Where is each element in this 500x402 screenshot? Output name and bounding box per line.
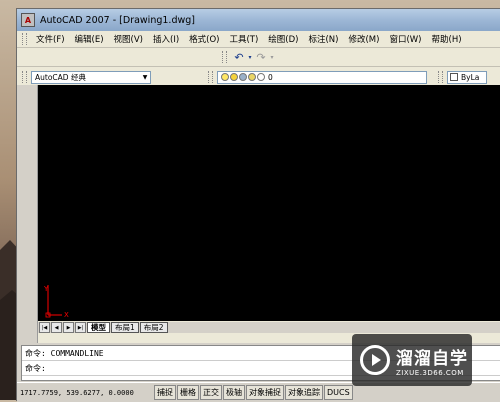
toolbar-grip-handle[interactable] — [222, 51, 227, 63]
title-bar[interactable]: A AutoCAD 2007 - [Drawing1.dwg] — [17, 9, 500, 31]
coordinate-readout[interactable]: 1717.7759, 539.6277, 0.0000 — [17, 389, 153, 397]
workspace-combo-value: AutoCAD 经典 — [35, 72, 86, 82]
osnap-button[interactable]: 对象捕捉 — [246, 385, 284, 400]
workspace-grip-handle[interactable] — [22, 71, 27, 83]
layer-combo[interactable]: 0 — [217, 70, 427, 84]
menu-window[interactable]: 窗口(W) — [384, 33, 426, 45]
play-logo-icon — [360, 345, 390, 375]
layout-tabs-bar: |◀ ◀ ▶ ▶| 模型 布局1 布局2 — [38, 322, 500, 333]
tab-model[interactable]: 模型 — [87, 322, 110, 333]
watermark-text: 溜溜自学 ZIXUE.3D66.COM — [396, 344, 468, 377]
watermark-title: 溜溜自学 — [396, 348, 468, 369]
color-square-icon — [257, 73, 265, 81]
workspace-area: Y X |◀ ◀ ▶ ▶| 模型 布局1 布局2 — [17, 85, 500, 343]
layer-combo-value: 0 — [268, 72, 273, 82]
layer-lock-icon — [239, 73, 247, 81]
left-toolbar-strip — [17, 85, 38, 343]
menu-modify[interactable]: 修改(M) — [343, 33, 384, 45]
color-grip-handle[interactable] — [438, 71, 443, 83]
menu-insert[interactable]: 插入(I) — [148, 33, 184, 45]
tab-layout2[interactable]: 布局2 — [139, 322, 168, 333]
snap-button[interactable]: 捕捉 — [154, 385, 176, 400]
watermark: 溜溜自学 ZIXUE.3D66.COM — [352, 334, 472, 386]
tab-layout1[interactable]: 布局1 — [111, 322, 139, 333]
layer-grip-handle[interactable] — [208, 71, 213, 83]
redo-dropdown-icon[interactable]: ▾ — [269, 50, 275, 64]
color-swatch-icon — [450, 73, 458, 81]
menu-edit[interactable]: 编辑(E) — [70, 33, 109, 45]
ortho-button[interactable]: 正交 — [200, 385, 222, 400]
ucs-y-label: Y — [44, 285, 49, 293]
menu-draw[interactable]: 绘图(D) — [263, 33, 303, 45]
menu-file[interactable]: 文件(F) — [31, 33, 70, 45]
menu-format[interactable]: 格式(O) — [184, 33, 224, 45]
prev-tab-icon[interactable]: ◀ — [51, 322, 62, 333]
color-combo-value: ByLa — [461, 72, 480, 82]
window-title: AutoCAD 2007 - [Drawing1.dwg] — [40, 14, 195, 26]
sun-icon — [230, 73, 238, 81]
menu-bar: 文件(F) 编辑(E) 视图(V) 插入(I) 格式(O) 工具(T) 绘图(D… — [17, 31, 500, 48]
menu-help[interactable]: 帮助(H) — [427, 33, 467, 45]
ducs-button[interactable]: DUCS — [324, 385, 353, 400]
padlock-icon — [248, 73, 256, 81]
lightbulb-icon — [221, 73, 229, 81]
autocad-app-icon[interactable]: A — [21, 13, 35, 27]
next-tab-icon[interactable]: ▶ — [63, 322, 74, 333]
watermark-subtitle: ZIXUE.3D66.COM — [396, 368, 464, 377]
first-tab-icon[interactable]: |◀ — [39, 322, 50, 333]
menu-tools[interactable]: 工具(T) — [224, 33, 263, 45]
drawing-canvas[interactable]: Y X — [38, 85, 500, 321]
ucs-icon: Y X — [44, 285, 69, 319]
layer-state-icons — [218, 73, 265, 81]
undo-icon[interactable]: ↶ — [231, 50, 247, 64]
workspace-combo[interactable]: AutoCAD 经典 ▼ — [31, 70, 151, 84]
standard-toolbar: ↶ ▾ ↷ ▾ — [17, 48, 500, 67]
ucs-x-label: X — [64, 311, 69, 319]
otrack-button[interactable]: 对象追踪 — [285, 385, 323, 400]
menu-dimension[interactable]: 标注(N) — [303, 33, 343, 45]
menu-view[interactable]: 视图(V) — [109, 33, 148, 45]
grid-button[interactable]: 栅格 — [177, 385, 199, 400]
menu-grip-handle[interactable] — [22, 33, 27, 45]
redo-icon[interactable]: ↷ — [253, 50, 269, 64]
color-combo[interactable]: ByLa — [447, 70, 487, 84]
polar-button[interactable]: 极轴 — [223, 385, 245, 400]
chevron-down-icon[interactable]: ▼ — [140, 74, 150, 81]
last-tab-icon[interactable]: ▶| — [75, 322, 86, 333]
